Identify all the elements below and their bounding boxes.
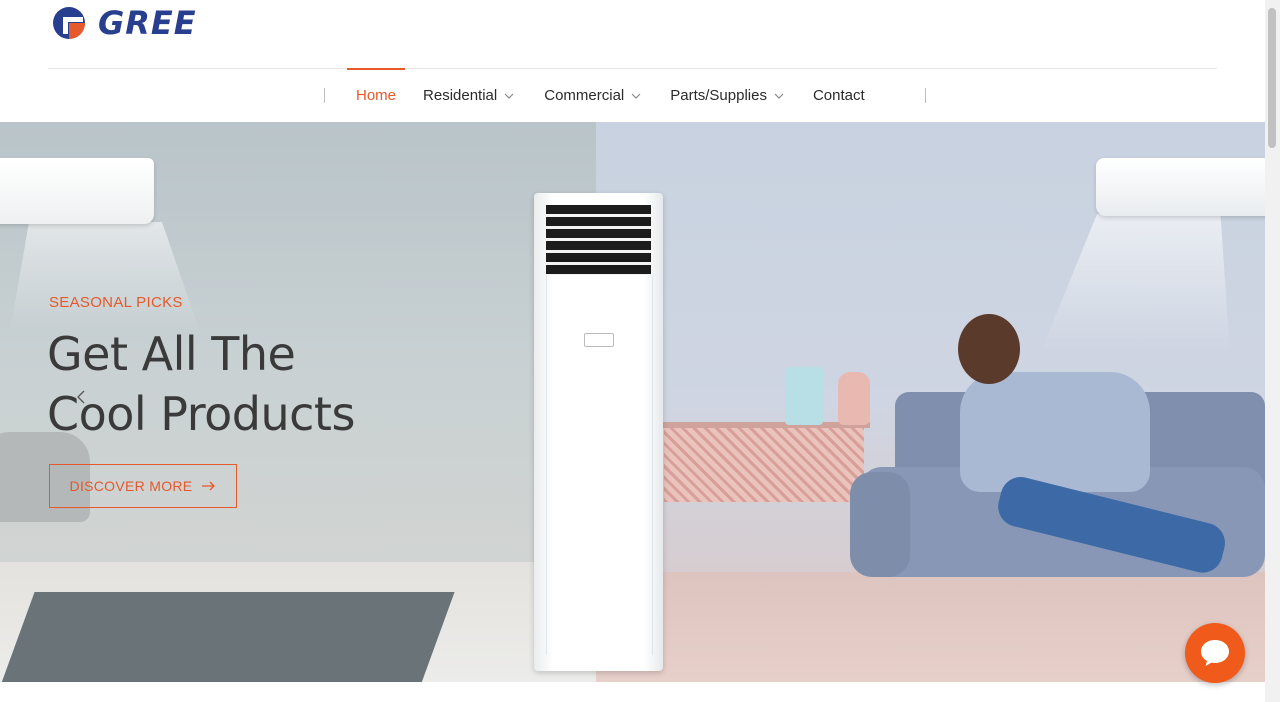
gree-logo[interactable]: GREE [48, 5, 197, 41]
site-header: GREE Home Residential Commercial Parts/S… [0, 0, 1265, 122]
hero-headline: Get All The Cool Products [47, 324, 527, 444]
main-nav: Home Residential Commercial Parts/Suppli… [324, 68, 926, 122]
nav-item-home[interactable]: Home [346, 68, 406, 122]
gree-circle-logo-icon [53, 7, 85, 39]
chevron-down-icon [631, 93, 641, 99]
chat-bubble-icon [1201, 640, 1229, 666]
rug [0, 592, 455, 682]
discover-more-button[interactable]: DISCOVER MORE [49, 464, 237, 508]
sofa-arm [850, 472, 910, 577]
headline-line-1: Get All The [47, 327, 296, 381]
chat-button[interactable] [1185, 623, 1245, 683]
wall-ac-unit-left [0, 158, 154, 224]
nav-item-commercial[interactable]: Commercial [544, 69, 642, 122]
page-content-top [0, 682, 1265, 702]
vase [838, 372, 870, 425]
nav-item-label: Parts/Supplies [670, 87, 767, 104]
nav-item-label: Commercial [544, 87, 625, 104]
person-head [958, 314, 1020, 384]
nav-item-residential[interactable]: Residential [423, 69, 515, 122]
nav-item-contact[interactable]: Contact [813, 69, 865, 122]
wall-ac-unit-right [1096, 158, 1265, 216]
chevron-left-icon[interactable] [73, 389, 89, 405]
hero-eyebrow: SEASONAL PICKS [49, 294, 183, 311]
nav-item-label: Home [356, 87, 397, 104]
headline-line-2: Cool Products [47, 387, 355, 441]
person-body [960, 372, 1150, 492]
nav-separator [924, 88, 926, 103]
nav-item-label: Residential [423, 87, 498, 104]
scrollbar-thumb[interactable] [1268, 8, 1276, 148]
arrow-right-icon [202, 481, 216, 491]
hero-slider: SEASONAL PICKS Get All The Cool Products… [0, 122, 1265, 682]
floor-right [596, 572, 1265, 682]
brand-name: GREE [98, 4, 197, 42]
chevron-down-icon [774, 93, 784, 99]
sideboard [664, 422, 864, 502]
ac-grille [546, 205, 651, 275]
vase [785, 367, 823, 425]
nav-item-parts-supplies[interactable]: Parts/Supplies [670, 69, 785, 122]
ac-display [584, 333, 614, 347]
floor-standing-ac-unit [534, 193, 663, 671]
page-scrollbar[interactable] [1265, 0, 1280, 702]
nav-item-label: Contact [812, 87, 865, 104]
ac-front-panel [546, 275, 653, 655]
chevron-down-icon [504, 93, 514, 99]
nav-separator [324, 88, 325, 103]
discover-more-label: DISCOVER MORE [69, 478, 193, 494]
